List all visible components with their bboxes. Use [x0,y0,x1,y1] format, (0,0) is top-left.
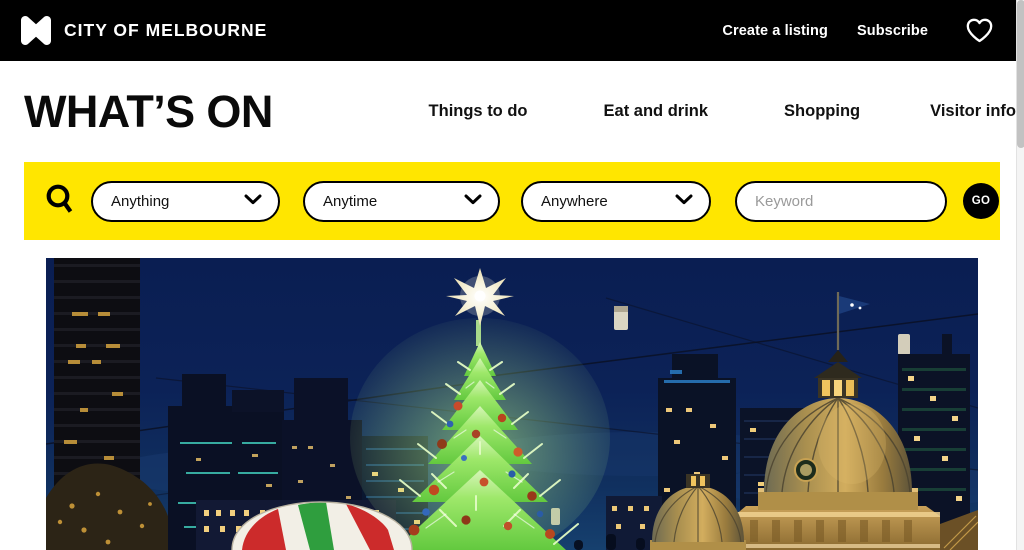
location-select[interactable]: Anywhere [521,180,711,222]
date-select[interactable]: Anytime [303,180,500,222]
hero-image [46,258,978,550]
primary-nav: Things to do Eat and drink Shopping Visi… [429,102,1016,121]
favourites-button[interactable] [964,16,994,46]
location-select-value: Anywhere [541,192,608,210]
page-scrollbar[interactable] [1016,0,1024,550]
chevron-down-icon [675,192,693,210]
brand-name: CITY OF MELBOURNE [64,20,268,40]
heart-outline-icon [966,18,992,43]
search-bar: Anything Anytime Anywhere Keyword GO [24,162,1000,240]
category-select[interactable]: Anything [91,180,280,222]
page-title: WHAT’S ON [24,86,273,137]
nav-things-to-do[interactable]: Things to do [429,102,528,121]
site-header: CITY OF MELBOURNE Create a listing Subsc… [0,0,1016,61]
keyword-input[interactable] [755,192,931,210]
search-icon [45,183,75,220]
page-header-row: WHAT’S ON Things to do Eat and drink Sho… [0,61,1016,162]
subscribe-link[interactable]: Subscribe [857,23,928,39]
category-select-value: Anything [111,192,170,210]
nav-eat-and-drink[interactable]: Eat and drink [604,102,709,121]
scrollbar-gutter-top [1008,0,1016,61]
nav-visitor-info[interactable]: Visitor info [930,102,1016,121]
create-listing-link[interactable]: Create a listing [722,23,828,39]
date-select-value: Anytime [323,192,378,210]
scrollbar-thumb[interactable] [1017,0,1024,148]
chevron-down-icon [464,192,482,210]
nav-shopping[interactable]: Shopping [784,102,860,121]
chevron-down-icon [244,192,262,210]
hero-illustration [46,258,978,550]
keyword-field-wrapper[interactable] [735,180,947,222]
melbourne-m-logo-icon [21,16,51,45]
page-root: CITY OF MELBOURNE Create a listing Subsc… [0,0,1024,550]
search-submit-button[interactable]: GO [963,183,999,219]
brand-home-link[interactable]: CITY OF MELBOURNE [21,16,267,45]
utility-nav: Create a listing Subscribe [722,16,994,46]
